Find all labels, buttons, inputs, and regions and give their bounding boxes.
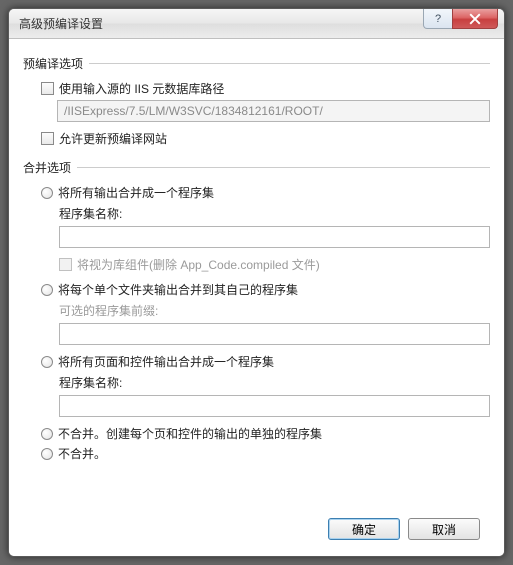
merge-opt3-radio[interactable] (41, 356, 53, 368)
merge-group-label: 合并选项 (23, 159, 77, 176)
merge-opt3-asm-name-label: 程序集名称: (59, 374, 490, 391)
precompile-group-header: 预编译选项 (23, 55, 490, 72)
merge-opt4-label: 不合并。创建每个页和控件的输出的单独的程序集 (58, 425, 322, 442)
ok-button[interactable]: 确定 (328, 518, 400, 540)
merge-opt2-row: 将每个单个文件夹输出合并到其自己的程序集 (41, 281, 490, 298)
merge-opt5-radio[interactable] (41, 448, 53, 460)
merge-opt4-radio[interactable] (41, 428, 53, 440)
merge-opt2-label: 将每个单个文件夹输出合并到其自己的程序集 (58, 281, 298, 298)
merge-opt2-prefix-input[interactable] (59, 323, 490, 345)
merge-opt1-asm-name-input[interactable] (59, 226, 490, 248)
dialog-window: 高级预编译设置 ? 预编译选项 使用输入源的 IIS 元数据库路径 允许更 (8, 8, 505, 557)
merge-opt1-row: 将所有输出合并成一个程序集 (41, 184, 490, 201)
dialog-footer: 确定 取消 (23, 510, 490, 550)
merge-opt1-radio[interactable] (41, 187, 53, 199)
close-icon (469, 13, 481, 25)
iis-path-input (57, 100, 490, 122)
merge-opt2-prefix-label: 可选的程序集前缀: (59, 302, 490, 319)
titlebar-buttons: ? (424, 9, 504, 38)
allow-update-checkbox[interactable] (41, 132, 54, 145)
use-source-iis-checkbox[interactable] (41, 82, 54, 95)
use-source-iis-row: 使用输入源的 IIS 元数据库路径 (41, 80, 490, 97)
cancel-button[interactable]: 取消 (408, 518, 480, 540)
allow-update-row: 允许更新预编译网站 (41, 130, 490, 147)
merge-opt3-row: 将所有页面和控件输出合并成一个程序集 (41, 353, 490, 370)
client-area: 预编译选项 使用输入源的 IIS 元数据库路径 允许更新预编译网站 合并选项 (9, 39, 504, 556)
merge-opt3-asm-name-input[interactable] (59, 395, 490, 417)
merge-opt1-asm-name-label: 程序集名称: (59, 205, 490, 222)
merge-opt3-label: 将所有页面和控件输出合并成一个程序集 (58, 353, 274, 370)
merge-opt4-row: 不合并。创建每个页和控件的输出的单独的程序集 (41, 425, 490, 442)
merge-opt1-treat-as-lib-label: 将视为库组件(删除 App_Code.compiled 文件) (77, 256, 320, 273)
titlebar: 高级预编译设置 ? (9, 9, 504, 39)
use-source-iis-label: 使用输入源的 IIS 元数据库路径 (59, 80, 224, 97)
merge-opt1-label: 将所有输出合并成一个程序集 (58, 184, 214, 201)
close-button[interactable] (452, 9, 498, 29)
window-title: 高级预编译设置 (19, 15, 424, 32)
merge-opt2-radio[interactable] (41, 284, 53, 296)
precompile-group-label: 预编译选项 (23, 55, 89, 72)
merge-opt5-row: 不合并。 (41, 445, 490, 462)
merge-opt1-treat-as-lib-row: 将视为库组件(删除 App_Code.compiled 文件) (59, 256, 490, 273)
allow-update-label: 允许更新预编译网站 (59, 130, 167, 147)
merge-opt1-treat-as-lib-checkbox (59, 258, 72, 271)
help-button[interactable]: ? (423, 9, 453, 29)
merge-group-header: 合并选项 (23, 159, 490, 176)
merge-opt5-label: 不合并。 (58, 445, 106, 462)
